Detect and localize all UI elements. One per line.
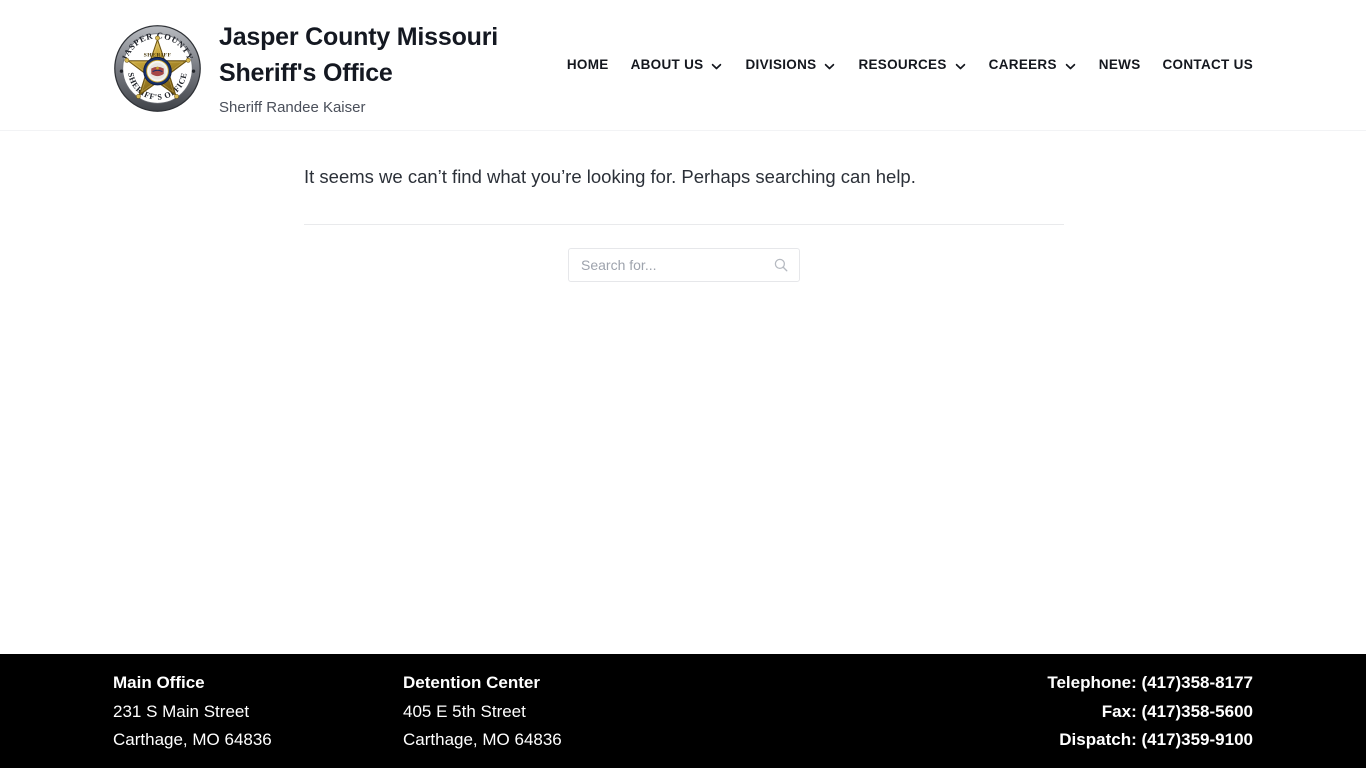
footer-column-contact: Telephone: (417)358-8177 Fax: (417)358-5…	[1047, 669, 1253, 755]
site-subtitle: Sheriff Randee Kaiser	[219, 99, 366, 116]
footer-address-line: Carthage, MO 64836	[113, 730, 272, 749]
search-form	[568, 248, 800, 282]
footer-address-line: 231 S Main Street	[113, 701, 250, 721]
search-icon	[773, 257, 789, 273]
site-title-line2: Sheriff's Office	[219, 59, 393, 87]
site-title-line1: Jasper County Missouri	[219, 23, 498, 51]
footer-telephone[interactable]: Telephone: (417)358-8177	[1047, 669, 1253, 698]
main-content: It seems we can’t find what you’re looki…	[0, 131, 1366, 654]
site-footer: Main Office 231 S Main Street Carthage, …	[0, 654, 1366, 768]
footer-heading: Detention Center	[403, 673, 540, 692]
nav-label: HOME	[566, 57, 609, 72]
site-header: JASPER COUNTY SHERIFF'S OFFICE SHERIFF	[0, 0, 1366, 131]
sheriff-badge-icon: JASPER COUNTY SHERIFF'S OFFICE SHERIFF	[114, 25, 201, 112]
content-divider	[304, 224, 1064, 225]
nav-item-resources[interactable]: RESOURCES	[847, 54, 977, 76]
footer-address-line: 405 E 5th Street	[403, 701, 526, 721]
footer-heading: Main Office	[113, 673, 205, 692]
brand-block[interactable]: JASPER COUNTY SHERIFF'S OFFICE SHERIFF	[113, 18, 498, 119]
footer-inner: Main Office 231 S Main Street Carthage, …	[113, 654, 1253, 768]
nav-item-home[interactable]: HOME	[567, 54, 620, 76]
footer-column-detention-center: Detention Center 405 E 5th Street Cartha…	[403, 669, 562, 755]
nav-label: CAREERS	[988, 57, 1057, 72]
main-navigation: HOME ABOUT US DIVISIONS RESOURCES CAREER…	[567, 54, 1253, 76]
chevron-down-icon[interactable]	[823, 60, 836, 73]
nav-item-contact-us[interactable]: CONTACT US	[1152, 54, 1254, 76]
footer-dispatch[interactable]: Dispatch: (417)359-9100	[1047, 726, 1253, 755]
nav-item-news[interactable]: NEWS	[1088, 54, 1152, 76]
nav-item-about-us[interactable]: ABOUT US	[620, 54, 735, 76]
nav-label: NEWS	[1098, 57, 1141, 72]
nav-label: CONTACT US	[1162, 57, 1253, 72]
nav-label: RESOURCES	[858, 57, 947, 72]
footer-column-main-office: Main Office 231 S Main Street Carthage, …	[113, 669, 272, 755]
footer-address-line: Carthage, MO 64836	[403, 730, 562, 749]
nav-label: ABOUT US	[630, 57, 704, 72]
chevron-down-icon[interactable]	[710, 60, 723, 73]
chevron-down-icon[interactable]	[1064, 60, 1077, 73]
nav-item-divisions[interactable]: DIVISIONS	[734, 54, 847, 76]
search-area	[304, 248, 1064, 282]
content-container: It seems we can’t find what you’re looki…	[304, 131, 1064, 282]
not-found-message: It seems we can’t find what you’re looki…	[304, 166, 916, 187]
footer-fax[interactable]: Fax: (417)358-5600	[1047, 698, 1253, 727]
search-input[interactable]	[568, 248, 800, 282]
nav-label: DIVISIONS	[745, 57, 817, 72]
search-submit-button[interactable]	[767, 248, 795, 282]
chevron-down-icon[interactable]	[954, 60, 967, 73]
nav-item-careers[interactable]: CAREERS	[978, 54, 1088, 76]
brand-text: Jasper County Missouri Sheriff's Office …	[219, 18, 498, 119]
